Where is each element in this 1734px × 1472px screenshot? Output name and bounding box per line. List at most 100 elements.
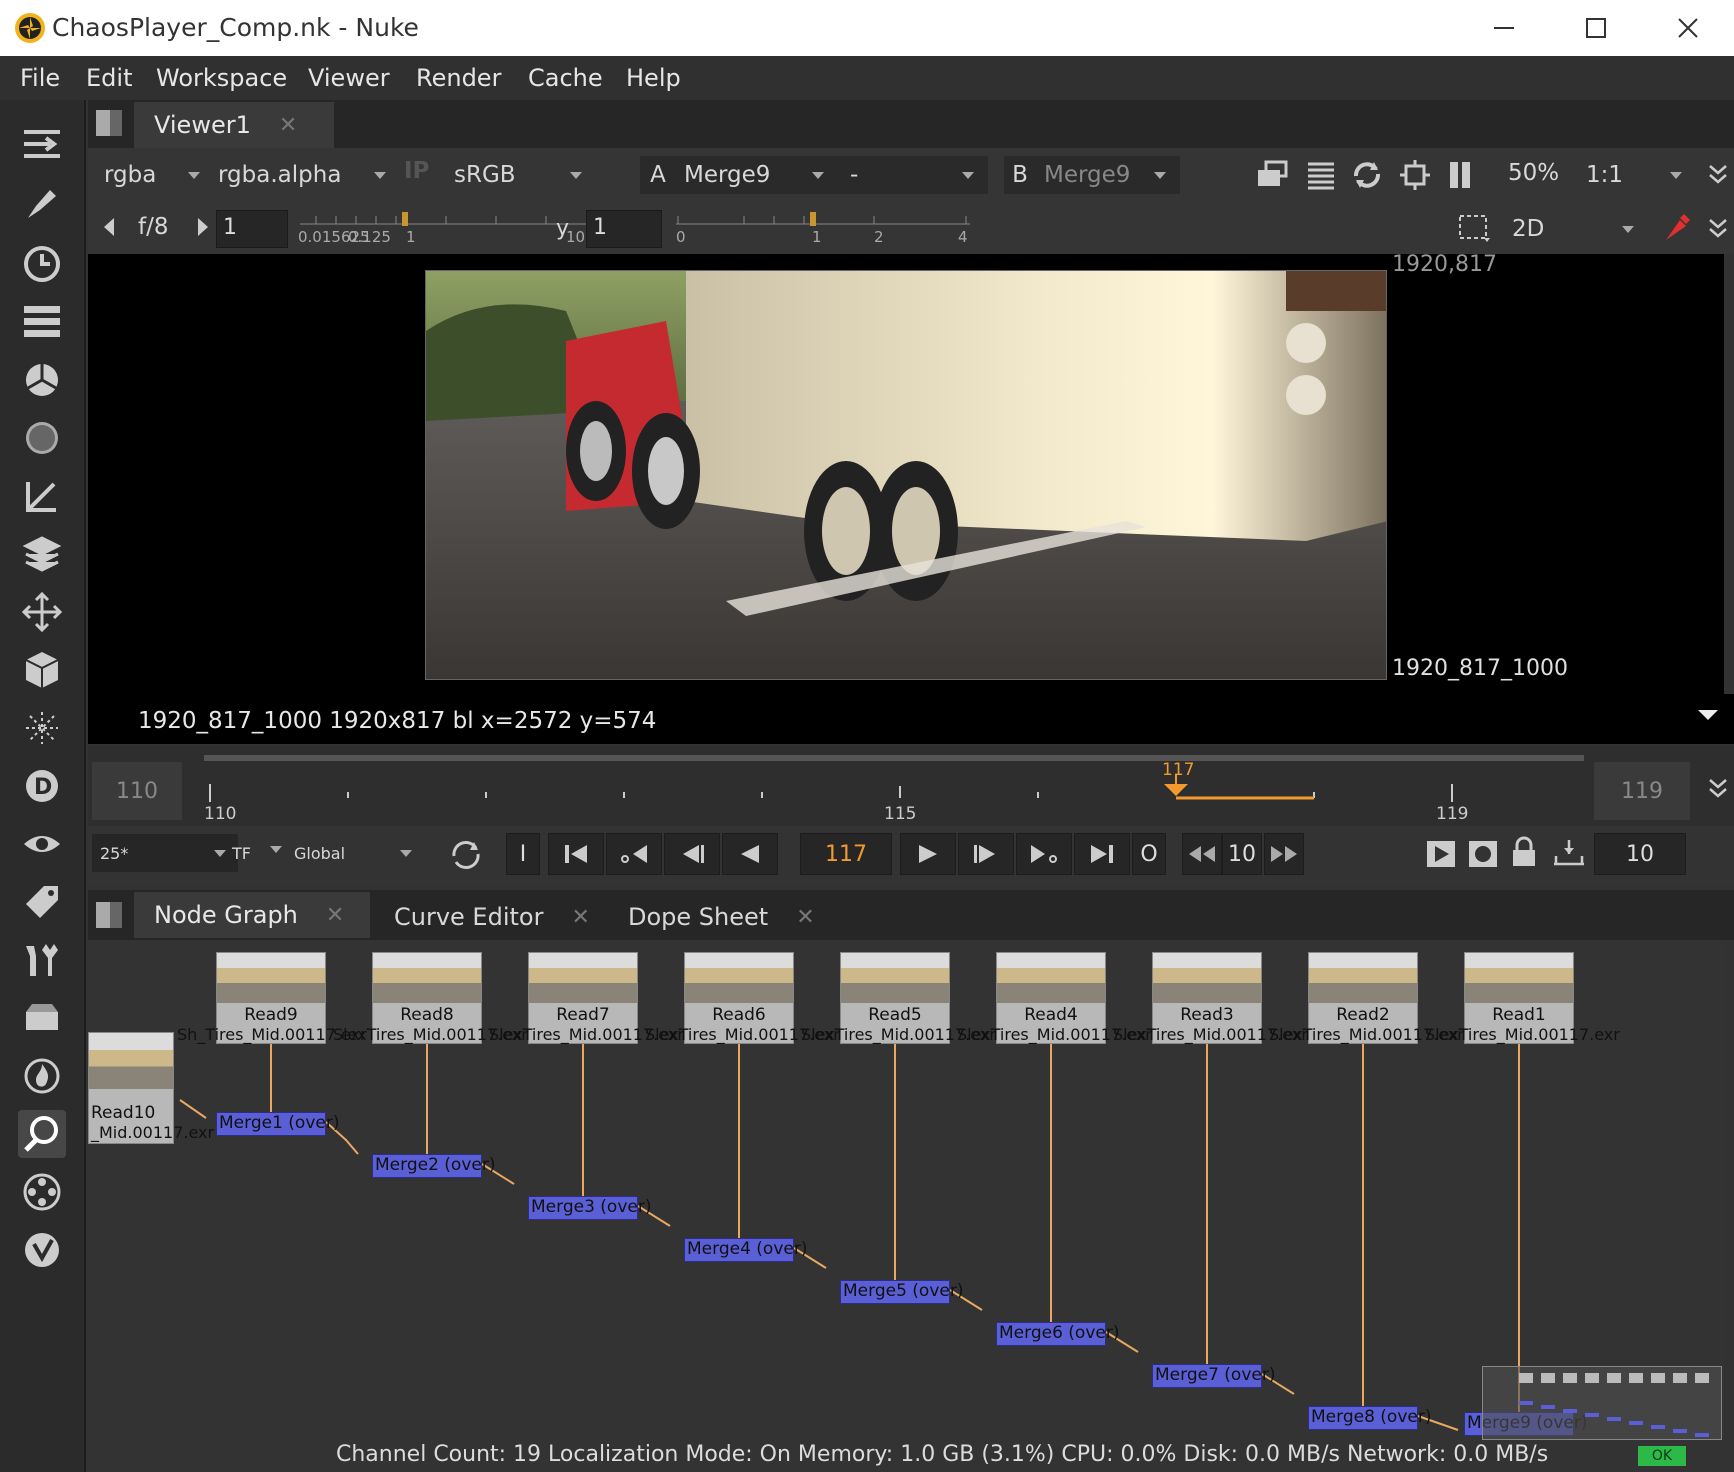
channels-dropdown[interactable]: rgba [104, 156, 200, 194]
read-node[interactable]: Read6 SlexTires_Mid.00117.exr [645, 952, 840, 1044]
frame-range-icon[interactable] [1552, 838, 1586, 866]
filter-tool[interactable] [18, 414, 66, 462]
input-b-dropdown[interactable]: Merge9 [1036, 156, 1180, 194]
draw-tool[interactable] [18, 180, 66, 228]
alpha-channel-dropdown[interactable]: rgba.alpha [218, 156, 386, 194]
channel-tool[interactable] [18, 298, 66, 346]
tab-dope-sheet[interactable]: Dope Sheet ✕ [608, 894, 828, 940]
lut-dropdown[interactable]: sRGB [454, 156, 594, 194]
merge-node[interactable]: Merge4 (over) [684, 1238, 807, 1262]
wipe-mode-dropdown[interactable]: - [840, 156, 988, 194]
timeline-start-field[interactable]: 110 [92, 762, 182, 820]
node-graph[interactable]: Read9 Sh_Tires_Mid.00117.exr Read8 SlexTir… [88, 940, 1724, 1440]
other-tool[interactable] [18, 994, 66, 1042]
refresh-icon[interactable] [1350, 158, 1384, 192]
menu-edit[interactable]: Edit [86, 64, 132, 92]
minimize-button[interactable] [1458, 4, 1550, 52]
zoom-value[interactable]: 50% [1508, 160, 1559, 186]
read-node[interactable]: Read7 SlexTires_Mid.00117.exr [489, 952, 684, 1044]
tab-curve-editor[interactable]: Curve Editor ✕ [374, 894, 604, 940]
next-keyframe-button[interactable] [1016, 833, 1072, 875]
chaos-tool[interactable] [18, 1226, 66, 1274]
image-tool[interactable] [18, 120, 66, 168]
metadata-tool[interactable] [18, 878, 66, 926]
furnace-tool[interactable] [18, 1052, 66, 1100]
tab-viewer1[interactable]: Viewer1 ✕ [134, 102, 334, 148]
menu-file[interactable]: File [20, 64, 60, 92]
roi-icon[interactable] [1256, 160, 1288, 190]
previous-frame-button[interactable] [664, 833, 720, 875]
ocula-tool[interactable] [18, 1110, 66, 1158]
step-forward-increment-button[interactable] [1264, 833, 1304, 875]
menu-viewer[interactable]: Viewer [308, 64, 390, 92]
color-picker-icon[interactable] [1662, 212, 1690, 244]
keyer-tool[interactable] [18, 472, 66, 520]
step-back-increment-button[interactable] [1182, 833, 1222, 875]
merge-node[interactable]: Merge6 (over) [996, 1322, 1119, 1346]
cara-tool[interactable] [18, 1168, 66, 1216]
timeline-scrubber[interactable]: 117 110 115 119 [204, 750, 1584, 824]
close-tab-icon[interactable]: ✕ [571, 905, 589, 930]
expand-controls-icon[interactable] [1708, 162, 1728, 186]
read-node[interactable]: Read8 SlexTires_Mid.00117.exr [333, 952, 528, 1044]
first-frame-button[interactable] [548, 833, 604, 875]
merge-node[interactable]: Merge3 (over) [528, 1196, 651, 1220]
next-frame-button[interactable] [958, 833, 1014, 875]
tab-node-graph[interactable]: Node Graph ✕ [134, 892, 370, 938]
close-button[interactable] [1642, 4, 1734, 52]
play-backward-button[interactable] [722, 833, 778, 875]
timeline-end-field[interactable]: 119 [1594, 762, 1690, 820]
expand-timeline-icon[interactable] [1708, 776, 1728, 800]
frame-increment-field[interactable]: 10 [1594, 833, 1686, 875]
transform-tool[interactable] [18, 588, 66, 636]
view-mode-dropdown[interactable]: 2D [1512, 210, 1648, 248]
merge-node[interactable]: Merge8 (over) [1308, 1406, 1431, 1430]
pane-menu-icon[interactable] [96, 902, 122, 928]
read-node[interactable]: Read3 SlexTires_Mid.00117.exr [1113, 952, 1308, 1044]
menu-render[interactable]: Render [416, 64, 501, 92]
merge-node[interactable]: Merge5 (over) [840, 1280, 963, 1304]
merge-node[interactable]: Merge1 (over) [216, 1112, 339, 1136]
menu-help[interactable]: Help [626, 64, 681, 92]
read-node[interactable]: Read5 SlexTires_Mid.00117.exr [801, 952, 996, 1044]
last-frame-button[interactable] [1074, 833, 1130, 875]
read-node-read10[interactable]: Read10 _Mid.00117.exr [88, 1032, 214, 1144]
loop-mode-icon[interactable] [448, 838, 484, 872]
graph-navigator[interactable] [1482, 1366, 1722, 1440]
gamma-slider[interactable]: 0 1 2 4 [674, 208, 974, 250]
read-node[interactable]: Read2 SlexTires_Mid.00117.exr [1269, 952, 1464, 1044]
gamma-input[interactable]: 1 [586, 210, 662, 248]
deep-tool[interactable]: D [18, 762, 66, 810]
set-in-point-button[interactable]: I [506, 833, 540, 875]
3d-tool[interactable] [18, 646, 66, 694]
close-tab-icon[interactable]: ✕ [279, 113, 297, 138]
record-icon[interactable] [1468, 840, 1498, 868]
gain-input[interactable]: 1 [216, 210, 288, 248]
color-tool[interactable] [18, 356, 66, 404]
pane-menu-icon[interactable] [96, 110, 122, 136]
range-dropdown[interactable]: Global [294, 834, 412, 872]
particles-tool[interactable] [18, 704, 66, 752]
current-frame-field[interactable]: 117 [800, 833, 892, 875]
fps-field[interactable]: 25* [92, 834, 202, 872]
region-select-icon[interactable] [1458, 214, 1492, 244]
flipbook-icon[interactable] [1426, 840, 1456, 868]
close-tab-icon[interactable]: ✕ [326, 903, 344, 928]
set-out-point-button[interactable]: O [1132, 833, 1166, 875]
play-forward-button[interactable] [900, 833, 956, 875]
fstop-increase-icon[interactable] [196, 216, 210, 238]
previous-keyframe-button[interactable] [606, 833, 662, 875]
gain-slider[interactable]: 0.015625 0.125 1 10 64 [296, 208, 626, 250]
read-node[interactable]: Read1 SlexTires_Mid.00117.exr [1425, 952, 1620, 1044]
time-tool[interactable] [18, 240, 66, 288]
merge-tool[interactable] [18, 530, 66, 578]
time-format-dropdown[interactable]: TF [224, 834, 286, 872]
info-expand-icon[interactable] [1698, 708, 1718, 722]
read-node[interactable]: Read9 Sh_Tires_Mid.00117.exr [177, 952, 367, 1044]
lock-icon[interactable] [1510, 836, 1538, 868]
proxy-icon[interactable] [1400, 160, 1430, 190]
increment-field[interactable]: 10 [1222, 833, 1262, 875]
views-tool[interactable] [18, 820, 66, 868]
fstop-decrease-icon[interactable] [102, 216, 116, 238]
pause-icon[interactable] [1448, 160, 1474, 190]
